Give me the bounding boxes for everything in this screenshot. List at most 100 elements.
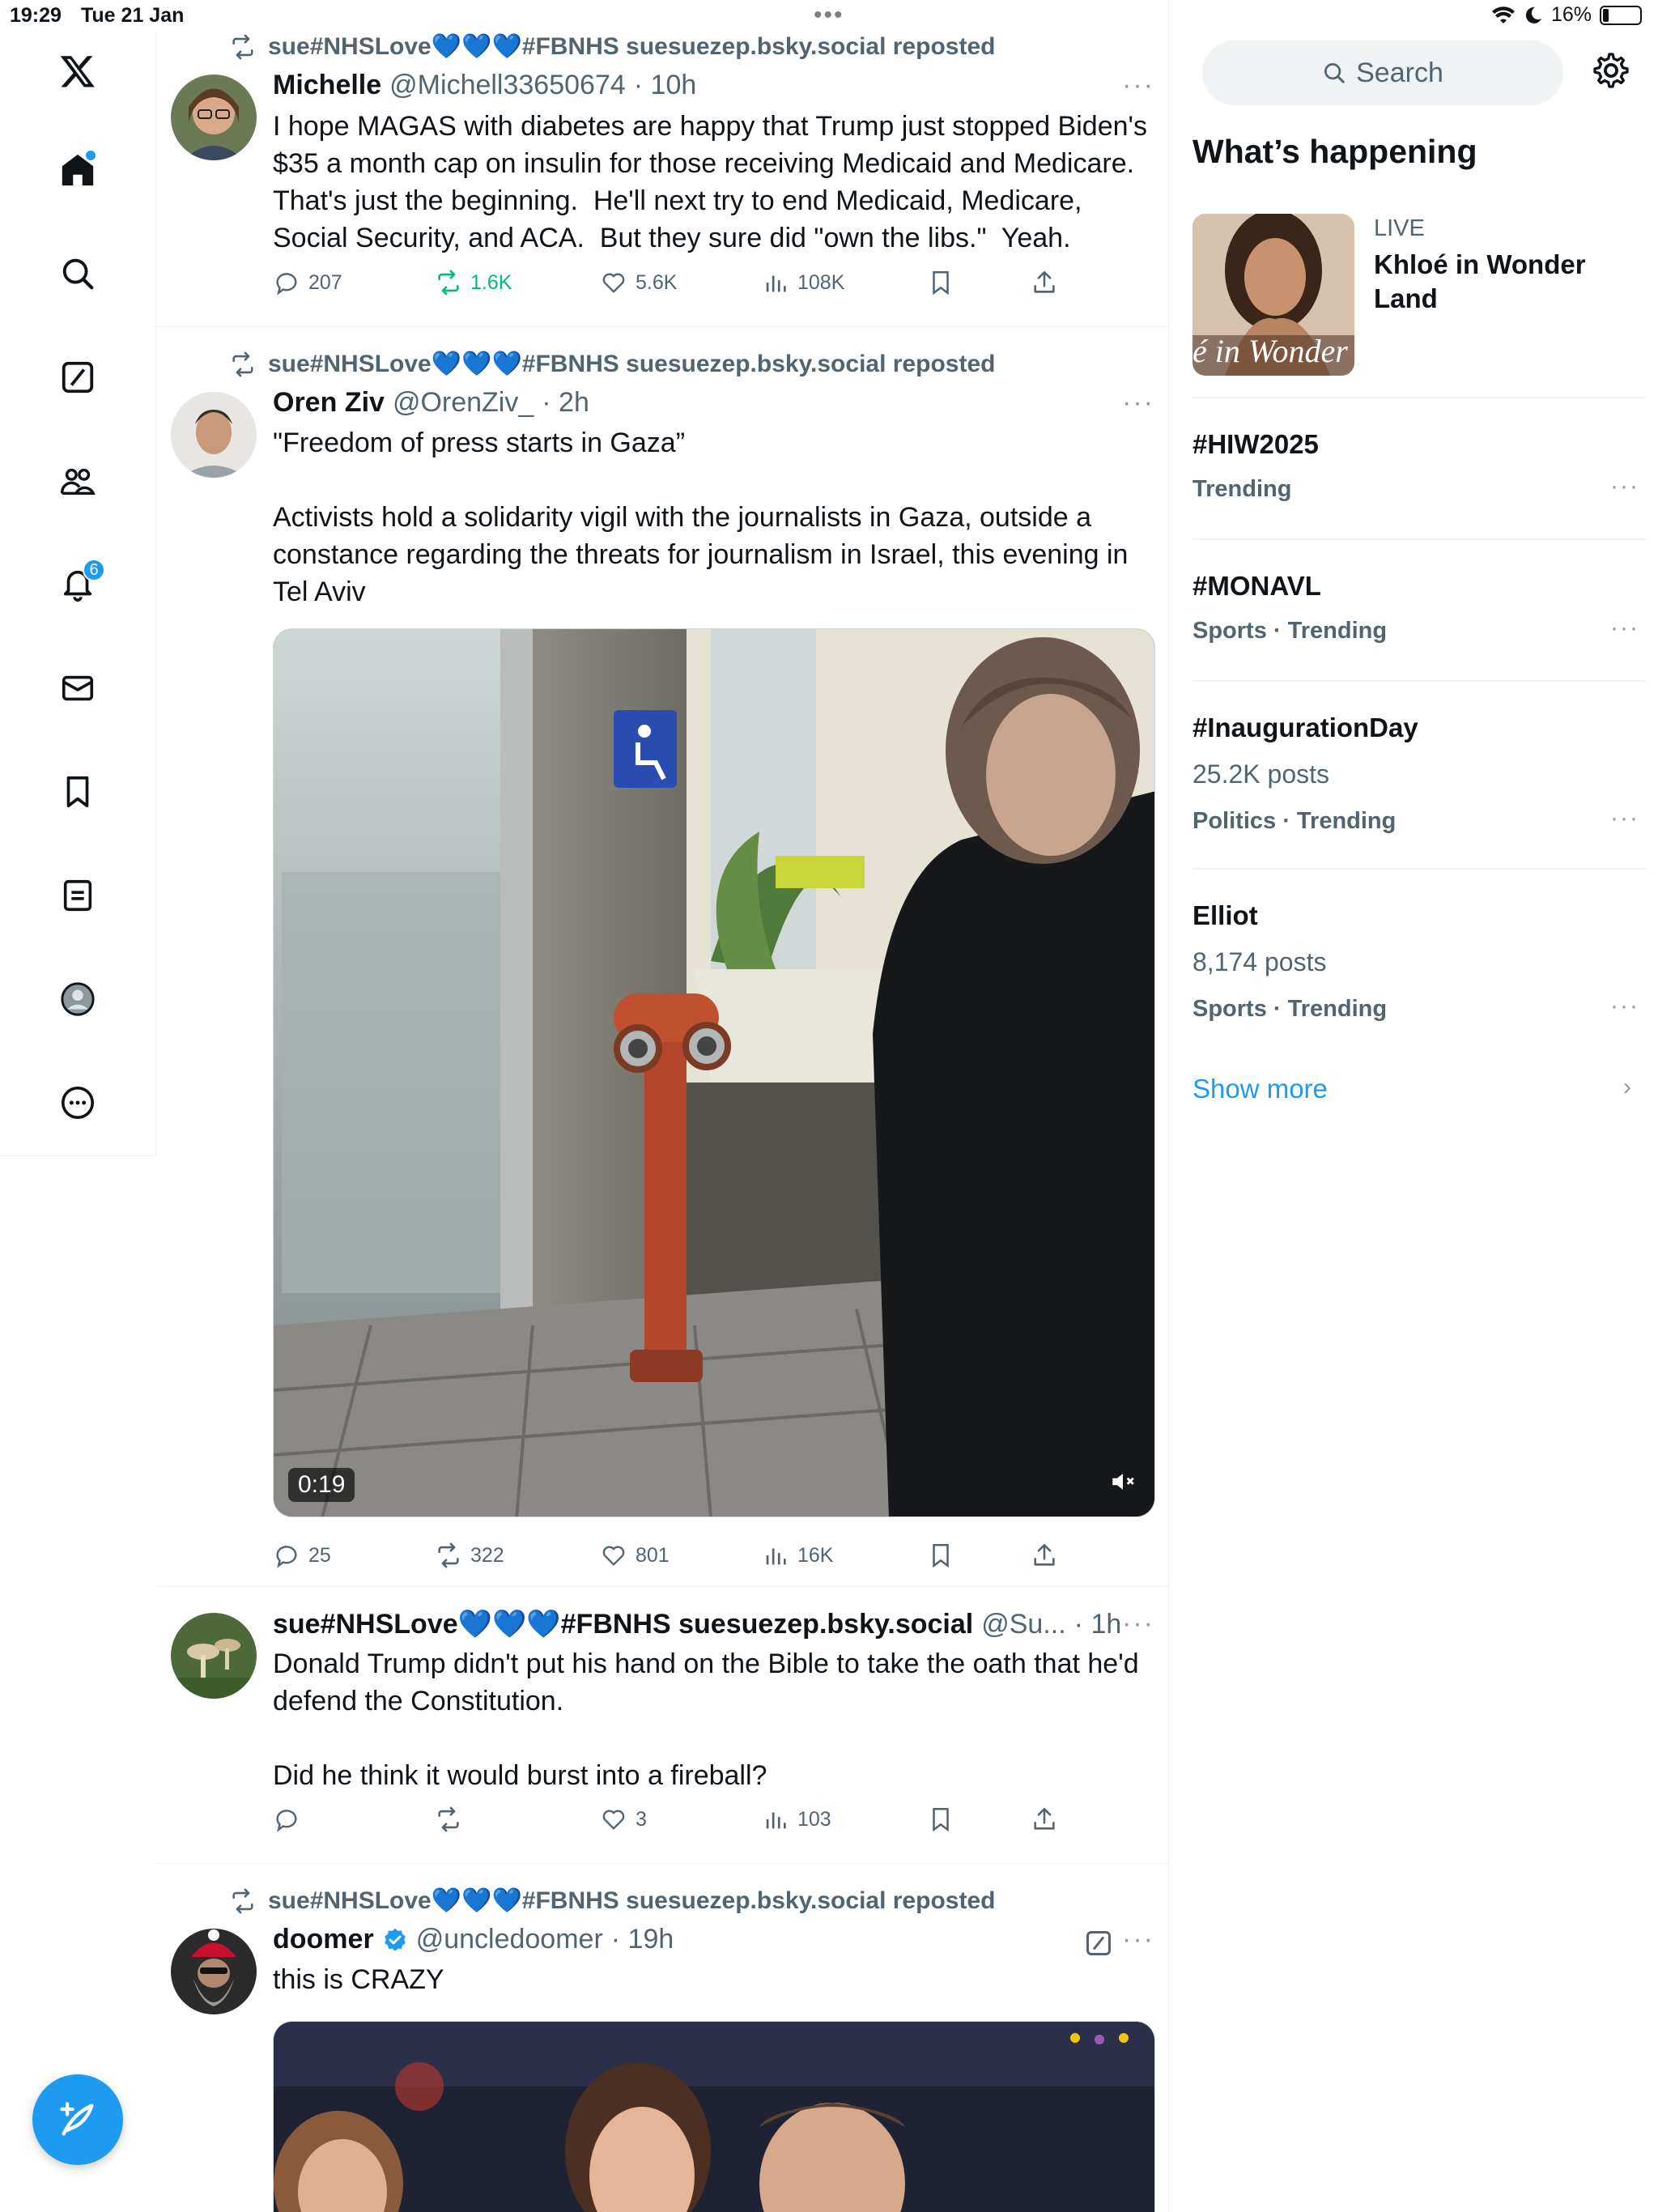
repost-button[interactable] (435, 1806, 462, 1833)
search-icon[interactable] (53, 249, 102, 298)
post-time[interactable]: · 2h (542, 387, 589, 419)
trend-more-icon[interactable]: ··· (1610, 615, 1639, 642)
home-icon[interactable] (53, 146, 102, 194)
bookmark-button[interactable] (927, 1542, 954, 1569)
views-button[interactable]: 103 (762, 1806, 831, 1833)
video-player[interactable]: 0:19 (273, 628, 1155, 1517)
views-button[interactable]: 108K (762, 269, 844, 296)
views-button[interactable]: 16K (762, 1542, 833, 1569)
avatar[interactable] (171, 1613, 257, 1699)
author-name[interactable]: doomer (273, 1924, 374, 1955)
post-michelle[interactable]: sue#NHSLove💙💙💙#FBNHS suesuezep.bsky.soci… (156, 0, 1168, 327)
status-time: 19:29 (10, 4, 62, 27)
reply-button[interactable]: 207 (273, 269, 342, 296)
author-handle[interactable]: @Michell33650674 (389, 70, 626, 101)
trend-item[interactable]: #InaugurationDay 25.2K posts Politics · … (1192, 680, 1646, 868)
share-button[interactable] (1031, 269, 1058, 296)
live-event-card[interactable]: é in Wonder L LIVE Khloé in Wonder Land (1192, 214, 1646, 376)
reply-button[interactable] (273, 1806, 300, 1833)
video-player[interactable] (273, 2021, 1155, 2212)
post-doomer[interactable]: sue#NHSLove💙💙💙#FBNHS suesuezep.bsky.soci… (156, 1864, 1168, 2212)
live-title: Khloé in Wonder Land (1374, 249, 1586, 313)
chevron-right-icon[interactable]: › (1623, 1074, 1631, 1101)
repost-indicator: sue#NHSLove💙💙💙#FBNHS suesuezep.bsky.soci… (229, 32, 995, 61)
like-button[interactable]: 3 (600, 1806, 647, 1833)
live-label: LIVE (1374, 215, 1425, 241)
like-button[interactable]: 801 (600, 1542, 670, 1569)
grok-icon[interactable] (53, 353, 102, 402)
x-logo-icon[interactable] (53, 47, 102, 96)
repost-icon (232, 34, 253, 59)
post-time[interactable]: · 1h (1074, 1609, 1122, 1640)
bookmark-button[interactable] (927, 269, 954, 296)
post-time[interactable]: · 10h (634, 70, 697, 101)
share-icon (1034, 270, 1055, 293)
trend-item[interactable]: Elliot 8,174 posts Sports · Trending ··· (1192, 868, 1646, 1056)
repost-label: sue#NHSLove💙💙💙#FBNHS suesuezep.bsky.soci… (268, 1887, 996, 1914)
bookmark-button[interactable] (927, 1806, 954, 1833)
lists-icon[interactable] (53, 871, 102, 920)
post-header: Michelle @Michell33650674 · 10h (273, 70, 696, 101)
post-text: "Freedom of press starts in Gaza” Activi… (273, 428, 1129, 607)
more-options-icon[interactable]: ··· (1122, 1608, 1154, 1640)
avatar[interactable] (171, 74, 257, 160)
views-icon (766, 275, 786, 292)
author-handle[interactable]: @Su... (981, 1609, 1065, 1640)
post-header: sue#NHSLove💙💙💙#FBNHS suesuezep.bsky.soci… (273, 1608, 1121, 1640)
gear-icon[interactable] (1591, 50, 1631, 91)
more-options-icon[interactable]: ··· (1122, 70, 1154, 101)
avatar[interactable] (171, 392, 257, 478)
post-header: doomer @uncledoomer · 19h (273, 1924, 674, 1955)
show-more-link[interactable]: Show more (1192, 1074, 1328, 1104)
search-input[interactable]: Search (1202, 40, 1563, 105)
trend-meta: Sports · Trending (1192, 618, 1388, 644)
like-button[interactable]: 5.6K (600, 269, 677, 296)
trend-meta: Trending (1192, 476, 1292, 502)
trend-more-icon[interactable]: ··· (1610, 993, 1639, 1020)
mail-icon[interactable] (53, 664, 102, 713)
mute-icon[interactable] (1109, 1468, 1137, 1495)
trend-meta: Politics · Trending (1192, 808, 1397, 834)
repost-button[interactable]: 322 (435, 1542, 504, 1569)
profile-icon[interactable] (53, 975, 102, 1023)
compose-button[interactable] (32, 2074, 123, 2165)
post-oren-ziv[interactable]: sue#NHSLove💙💙💙#FBNHS suesuezep.bsky.soci… (156, 327, 1168, 1587)
trend-item[interactable]: #MONAVL Sports · Trending ··· (1192, 538, 1646, 680)
trend-name: #InaugurationDay (1192, 713, 1418, 742)
bookmark-icon[interactable] (53, 768, 102, 816)
author-handle[interactable]: @OrenZiv_ (393, 387, 534, 419)
bell-icon[interactable]: 6 (53, 559, 105, 609)
more-options-icon[interactable]: ··· (1122, 387, 1154, 419)
grok-icon[interactable] (1084, 1929, 1113, 1958)
author-name[interactable]: Michelle (273, 70, 381, 101)
share-button[interactable] (1031, 1542, 1058, 1569)
reply-button[interactable]: 25 (273, 1542, 331, 1569)
post-actions: 207 1.6K 5.6K 108K (273, 269, 1155, 304)
share-button[interactable] (1031, 1806, 1058, 1833)
avatar[interactable] (171, 1929, 257, 2014)
home-timeline: sue#NHSLove💙💙💙#FBNHS suesuezep.bsky.soci… (156, 0, 1169, 2212)
more-circle-icon[interactable] (53, 1078, 102, 1127)
like-count: 3 (636, 1807, 647, 1831)
author-name[interactable]: sue#NHSLove💙💙💙#FBNHS suesuezep.bsky.soci… (273, 1608, 973, 1640)
video-frame (274, 2022, 1154, 2212)
trend-more-icon[interactable]: ··· (1610, 473, 1639, 500)
trend-name: #HIW2025 (1192, 429, 1319, 459)
trend-name: Elliot (1192, 900, 1258, 930)
more-options-icon[interactable]: ··· (1122, 1924, 1154, 1955)
post-text: Donald Trump didn't put his hand on the … (273, 1648, 1139, 1791)
trend-post-count: 8,174 posts (1192, 947, 1327, 976)
author-handle[interactable]: @uncledoomer (416, 1924, 603, 1955)
post-sue[interactable]: sue#NHSLove💙💙💙#FBNHS suesuezep.bsky.soci… (156, 1587, 1168, 1864)
right-sidebar: Search What’s happening é in Wonder L LI… (1170, 0, 1658, 2212)
author-name[interactable]: Oren Ziv (273, 387, 385, 419)
like-count: 801 (636, 1543, 670, 1567)
trend-item[interactable]: #HIW2025 Trending ··· (1192, 397, 1646, 538)
verified-icon (384, 1928, 406, 1950)
repost-button[interactable]: 1.6K (435, 269, 512, 296)
post-time[interactable]: · 19h (611, 1924, 674, 1955)
repost-label: sue#NHSLove💙💙💙#FBNHS suesuezep.bsky.soci… (268, 33, 996, 60)
trend-more-icon[interactable]: ··· (1610, 805, 1639, 832)
live-thumbnail-caption: é in Wonder L (1192, 333, 1354, 369)
communities-icon[interactable] (53, 457, 102, 505)
